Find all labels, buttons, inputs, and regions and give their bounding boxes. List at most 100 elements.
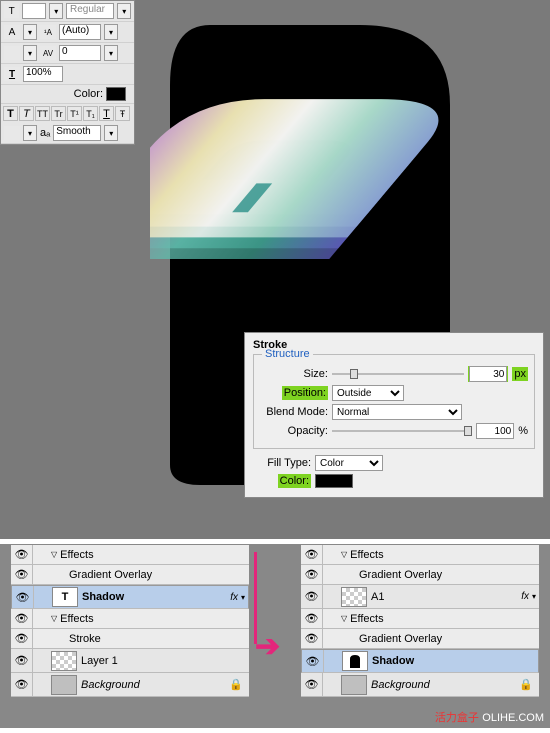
underline-button[interactable]: T: [99, 106, 114, 121]
kerning-icon: [4, 46, 20, 60]
blendmode-label: Blend Mode:: [260, 406, 328, 418]
layer-background[interactable]: 👁Background🔒: [11, 673, 249, 697]
collapse-icon[interactable]: ▾: [241, 593, 245, 602]
size-input[interactable]: [469, 366, 507, 382]
scale-icon: T: [4, 67, 20, 81]
scale-input[interactable]: 100%: [23, 66, 63, 82]
layer-thumb: [341, 587, 367, 607]
visibility-toggle[interactable]: 👁: [301, 545, 323, 564]
layers-panel-left: 👁▽Effects 👁Gradient Overlay 👁TShadowfx▾ …: [10, 544, 250, 698]
layer-a1[interactable]: 👁A1fx▾: [301, 585, 539, 609]
visibility-toggle[interactable]: 👁: [302, 650, 324, 672]
layers-panel-right: 👁▽Effects 👁Gradient Overlay 👁A1fx▾ 👁▽Eff…: [300, 544, 540, 698]
size-label: Size:: [260, 368, 328, 380]
effects-label: Effects: [350, 613, 539, 625]
smallcaps-button[interactable]: Tr: [51, 106, 66, 121]
type-layer-icon: T: [52, 587, 78, 607]
lock-icon: 🔒: [229, 678, 243, 691]
position-label: Position:: [282, 386, 328, 400]
leading-icon: A: [4, 25, 20, 39]
dropdown-icon[interactable]: ▾: [49, 3, 63, 19]
text-color-swatch[interactable]: [106, 87, 126, 101]
filltype-select[interactable]: Color: [315, 455, 383, 471]
effects-label: Effects: [60, 613, 249, 625]
layer-thumb: [51, 675, 77, 695]
structure-legend: Structure: [262, 348, 313, 360]
leading-input[interactable]: (Auto): [59, 24, 101, 40]
opacity-label: Opacity:: [260, 425, 328, 437]
visibility-toggle[interactable]: 👁: [301, 565, 323, 584]
collapse-icon[interactable]: ▾: [532, 592, 536, 601]
dropdown-icon[interactable]: ▾: [23, 45, 37, 61]
lock-icon: 🔒: [519, 678, 533, 691]
visibility-toggle[interactable]: 👁: [11, 609, 33, 628]
arrow-icon: ➔: [255, 629, 280, 664]
visibility-toggle[interactable]: 👁: [11, 629, 33, 648]
subscript-button[interactable]: T₁: [83, 106, 98, 121]
visibility-toggle[interactable]: 👁: [301, 609, 323, 628]
fx-icon[interactable]: fx: [230, 592, 238, 603]
collapse-icon[interactable]: ▽: [51, 614, 57, 623]
visibility-toggle[interactable]: 👁: [11, 565, 33, 584]
character-panel: T ▾ Regular ▾ A ▾ ¹A (Auto) ▾ ▾ AV 0 ▾ T…: [0, 0, 135, 145]
layer-thumb: [51, 651, 77, 671]
dropdown-icon[interactable]: ▾: [23, 24, 37, 40]
stroke-panel: Stroke Structure Size: px Position: Outs…: [244, 332, 544, 498]
layer-thumb: [341, 675, 367, 695]
tracking-input[interactable]: 0: [59, 45, 101, 61]
layer-layer1[interactable]: 👁Layer 1: [11, 649, 249, 673]
leading-auto-icon: ¹A: [40, 25, 56, 39]
visibility-toggle[interactable]: 👁: [11, 673, 33, 696]
stroke-color-swatch[interactable]: [315, 474, 353, 488]
superscript-button[interactable]: T¹: [67, 106, 82, 121]
watermark: 活力盒子 OLIHE.COM: [435, 709, 544, 725]
layer-thumb: [342, 651, 368, 671]
dropdown-icon[interactable]: ▾: [117, 3, 131, 19]
aa-label: aₐ: [40, 127, 50, 139]
opacity-input[interactable]: [476, 423, 514, 439]
gradient-overlay-label: Gradient Overlay: [359, 569, 539, 581]
stroke-effect-label: Stroke: [69, 633, 249, 645]
dropdown-icon[interactable]: ▾: [23, 125, 37, 141]
fx-icon[interactable]: fx: [521, 591, 529, 602]
layers-comparison-area: 👁▽Effects 👁Gradient Overlay 👁TShadowfx▾ …: [0, 544, 550, 728]
visibility-toggle[interactable]: 👁: [301, 629, 323, 648]
allcaps-button[interactable]: TT: [35, 106, 50, 121]
layer-shadow[interactable]: 👁TShadowfx▾: [11, 585, 249, 609]
dropdown-icon[interactable]: ▾: [104, 24, 118, 40]
antialias-select[interactable]: Smooth: [53, 125, 101, 141]
size-unit: px: [512, 367, 528, 381]
visibility-toggle[interactable]: 👁: [12, 586, 34, 608]
type-options-row: T T TT Tr T¹ T₁ T Ŧ: [1, 104, 134, 123]
visibility-toggle[interactable]: 👁: [11, 545, 33, 564]
layer-shadow[interactable]: 👁Shadow: [301, 649, 539, 673]
visibility-toggle[interactable]: 👁: [11, 649, 33, 672]
structure-fieldset: Structure Size: px Position: Outside Ble…: [253, 354, 535, 449]
filltype-label: Fill Type:: [253, 457, 311, 469]
font-style-select[interactable]: Regular: [66, 3, 114, 19]
font-size-icon: T: [4, 4, 19, 18]
gradient-overlay-label: Gradient Overlay: [359, 633, 539, 645]
color-label: Color:: [74, 88, 103, 100]
effects-label: Effects: [60, 549, 249, 561]
opacity-slider[interactable]: [332, 424, 472, 438]
collapse-icon[interactable]: ▽: [341, 614, 347, 623]
dropdown-icon[interactable]: ▾: [104, 45, 118, 61]
size-slider[interactable]: [332, 367, 464, 381]
italic-button[interactable]: T: [19, 106, 34, 121]
blendmode-select[interactable]: Normal: [332, 404, 462, 420]
canvas-top-area: T ▾ Regular ▾ A ▾ ¹A (Auto) ▾ ▾ AV 0 ▾ T…: [0, 0, 550, 544]
font-size-input[interactable]: [22, 3, 46, 19]
effects-label: Effects: [350, 549, 539, 561]
collapse-icon[interactable]: ▽: [341, 550, 347, 559]
collapse-icon[interactable]: ▽: [51, 550, 57, 559]
stroke-color-label: Color:: [278, 474, 311, 488]
lang-icon: [4, 126, 20, 140]
layer-background[interactable]: 👁Background🔒: [301, 673, 539, 697]
strikethrough-button[interactable]: Ŧ: [115, 106, 130, 121]
position-select[interactable]: Outside: [332, 385, 404, 401]
visibility-toggle[interactable]: 👁: [301, 585, 323, 608]
bold-button[interactable]: T: [3, 106, 18, 121]
visibility-toggle[interactable]: 👁: [301, 673, 323, 696]
dropdown-icon[interactable]: ▾: [104, 125, 118, 141]
